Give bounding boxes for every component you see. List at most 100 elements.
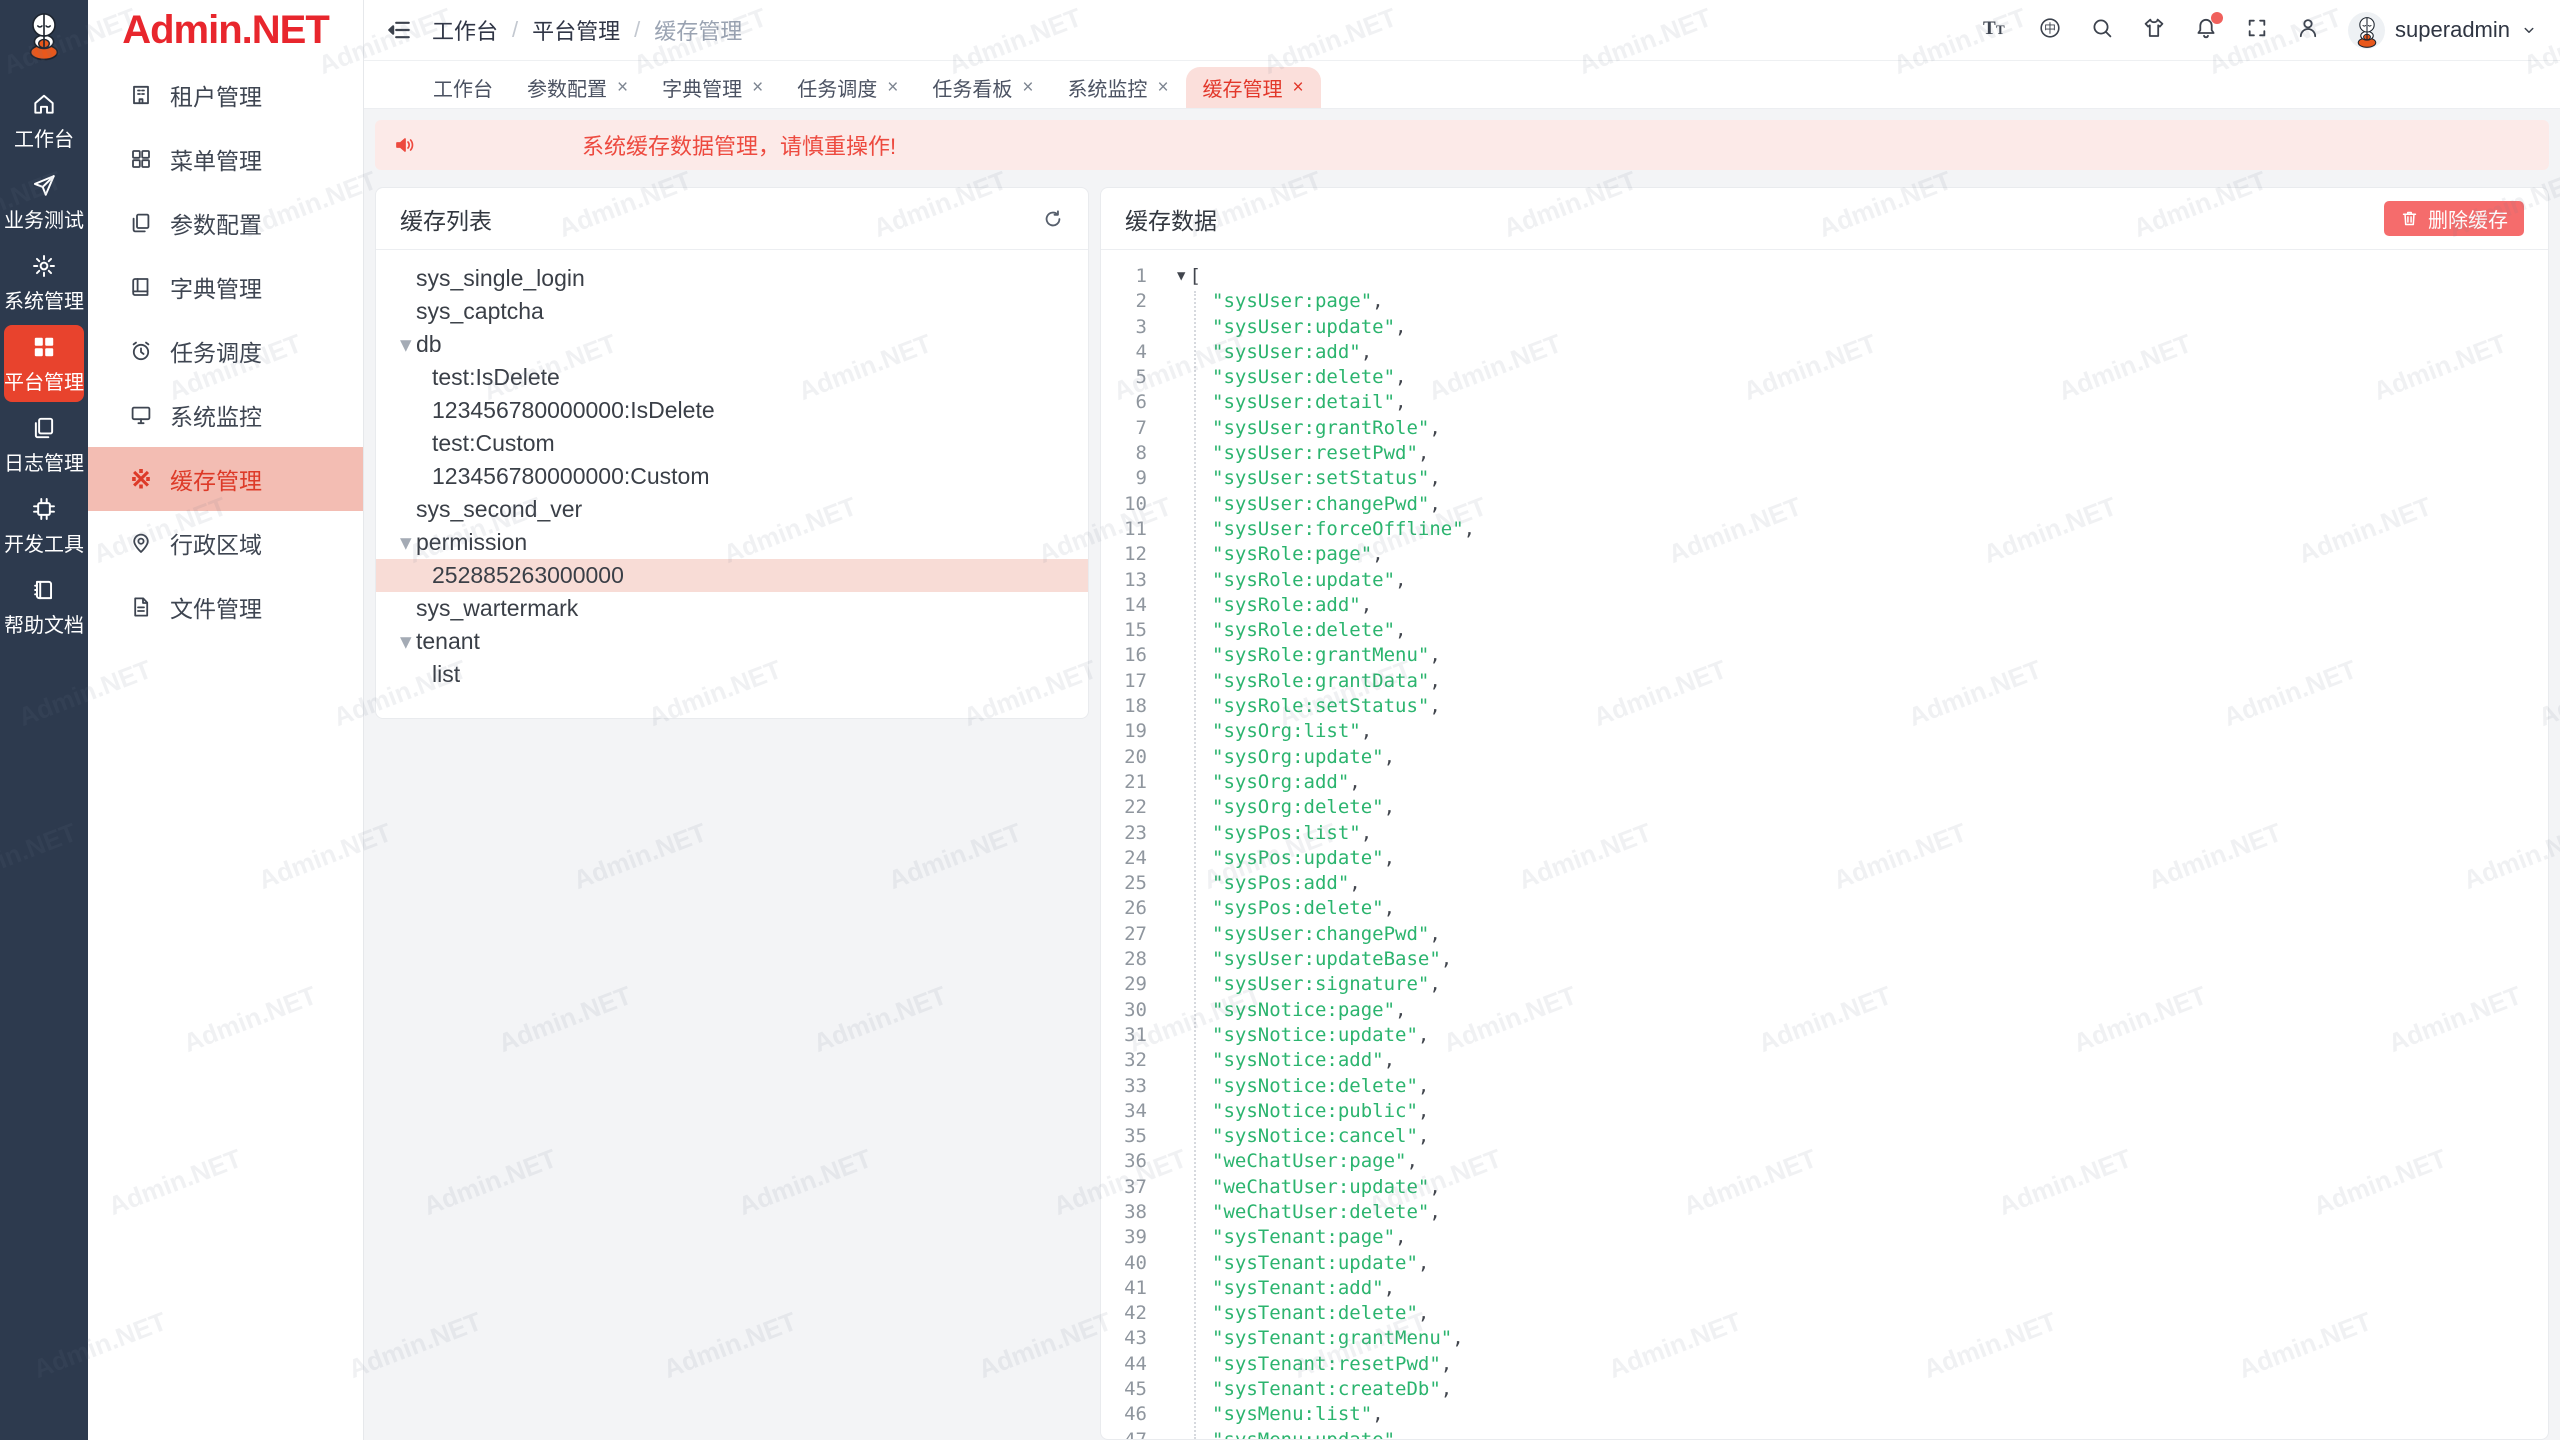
rail-item-logs[interactable]: 日志管理 (4, 406, 84, 483)
rail-item-grid[interactable]: 平台管理 (4, 325, 84, 402)
sidebar-item-pin[interactable]: 行政区域 (88, 511, 363, 575)
rail-item-gear[interactable]: 系统管理 (4, 244, 84, 321)
line-number: 17 (1101, 669, 1161, 694)
caret-down-icon[interactable]: ▾ (376, 529, 416, 556)
code-line: 11"sysUser:forceOffline", (1101, 517, 2548, 542)
user-menu[interactable]: superadmin (2348, 12, 2538, 49)
line-content: "sysUser:setStatus", (1161, 466, 1441, 491)
tree-node-label: sys_second_ver (416, 496, 582, 523)
search-icon[interactable] (2090, 16, 2114, 45)
fullscreen-icon[interactable] (2246, 17, 2268, 44)
notification-badge (2211, 12, 2223, 24)
breadcrumb-item[interactable]: 工作台 (432, 14, 498, 46)
tree-node-test:Custom[interactable]: test:Custom (376, 427, 1088, 460)
code-line: 45"sysTenant:createDb", (1101, 1377, 2548, 1402)
code-line: 20"sysOrg:update", (1101, 745, 2548, 770)
tab-4[interactable]: 任务调度 × (780, 67, 915, 108)
tree-node-252885263000000[interactable]: 252885263000000 (376, 559, 1088, 592)
code-line: 26"sysPos:delete", (1101, 896, 2548, 921)
rail-item-book[interactable]: 帮助文档 (4, 568, 84, 645)
line-content: "sysUser:update", (1161, 315, 1406, 340)
breadcrumb-item[interactable]: 平台管理 (532, 14, 620, 46)
code-line: 32"sysNotice:add", (1101, 1048, 2548, 1073)
tree-node-sys_captcha[interactable]: sys_captcha (376, 295, 1088, 328)
user-icon[interactable] (2296, 16, 2320, 45)
tree-node-test:IsDelete[interactable]: test:IsDelete (376, 361, 1088, 394)
sidebar-item-monitor[interactable]: 系统监控 (88, 383, 363, 447)
sidebar-item-config[interactable]: 参数配置 (88, 191, 363, 255)
tab-3[interactable]: 字典管理× (645, 67, 780, 108)
cache-data-header: 缓存数据 删除缓存 (1101, 188, 2548, 250)
line-number: 6 (1101, 390, 1161, 415)
line-number: 37 (1101, 1175, 1161, 1200)
tree-node-tenant[interactable]: ▾tenant (376, 625, 1088, 658)
tree-node-permission[interactable]: ▾permission (376, 526, 1088, 559)
send-icon (31, 172, 57, 198)
tree-node-sys_second_ver[interactable]: sys_second_ver (376, 493, 1088, 526)
refresh-icon[interactable] (1042, 208, 1064, 230)
tree-node-list[interactable]: list (376, 658, 1088, 691)
app-logo-mascot[interactable] (21, 10, 67, 62)
bell-icon[interactable] (2194, 16, 2218, 45)
menu-fold-icon[interactable] (386, 17, 412, 43)
topbar: 工作台/平台管理/缓存管理 TT中 superadmin (364, 0, 2560, 61)
line-number: 27 (1101, 922, 1161, 947)
tab-1[interactable]: 工作台 (416, 67, 510, 108)
line-number: 34 (1101, 1099, 1161, 1124)
rail-item-label: 平台管理 (4, 366, 84, 395)
sidebar-item-dict[interactable]: 字典管理 (88, 255, 363, 319)
line-number: 13 (1101, 568, 1161, 593)
tab-close-icon[interactable]: × (887, 78, 898, 97)
svg-text:T: T (1996, 22, 2005, 37)
home-icon (31, 91, 57, 117)
line-number: 5 (1101, 365, 1161, 390)
file-icon (128, 595, 154, 619)
building-icon (128, 83, 154, 107)
json-viewer[interactable]: 1▼[2"sysUser:page",3"sysUser:update",4"s… (1101, 250, 2548, 1439)
tab-bar: 工作台参数配置×字典管理×任务调度×任务看板×系统监控×缓存管理× (364, 61, 2560, 109)
tab-6[interactable]: 系统监控× (1050, 67, 1185, 108)
code-line: 43"sysTenant:grantMenu", (1101, 1326, 2548, 1351)
caret-down-icon[interactable]: ▾ (376, 628, 416, 655)
line-number: 7 (1101, 416, 1161, 441)
tab-close-icon[interactable]: × (1293, 78, 1304, 97)
code-line: 41"sysTenant:add", (1101, 1276, 2548, 1301)
line-content: "sysTenant:resetPwd", (1161, 1352, 1452, 1377)
breadcrumb-item: 缓存管理 (654, 14, 742, 46)
code-line: 15"sysRole:delete", (1101, 618, 2548, 643)
rail-item-home[interactable]: 工作台 (4, 82, 84, 159)
sidebar-item-clock[interactable]: 任务调度 (88, 319, 363, 383)
tree-node-123456780000000:IsDelete[interactable]: 123456780000000:IsDelete (376, 394, 1088, 427)
tab-close-icon[interactable]: × (1157, 78, 1168, 97)
rail-item-chip[interactable]: 开发工具 (4, 487, 84, 564)
sidebar-item-building[interactable]: 租户管理 (88, 63, 363, 127)
sidebar-item-file[interactable]: 文件管理 (88, 575, 363, 639)
caret-down-icon[interactable]: ▾ (376, 331, 416, 358)
line-content: "sysOrg:delete", (1161, 795, 1395, 820)
code-line: 40"sysTenant:update", (1101, 1251, 2548, 1276)
sidebar-item-sparkle[interactable]: ※缓存管理 (88, 447, 363, 511)
indent-guide (1194, 291, 1196, 1439)
collapse-caret-icon[interactable]: ▼ (1177, 264, 1185, 289)
tab-2[interactable]: 参数配置× (510, 67, 645, 108)
tree-node-123456780000000:Custom[interactable]: 123456780000000:Custom (376, 460, 1088, 493)
line-content: "sysNotice:delete", (1161, 1074, 1429, 1099)
tab-close-icon[interactable]: × (617, 78, 628, 97)
tab-5[interactable]: 任务看板× (915, 67, 1050, 108)
sidebar-item-menu-grid[interactable]: 菜单管理 (88, 127, 363, 191)
tab-close-icon[interactable]: × (1022, 78, 1033, 97)
code-line: 23"sysPos:list", (1101, 821, 2548, 846)
tab-7[interactable]: 缓存管理× (1186, 67, 1321, 108)
tab-close-icon[interactable]: × (752, 78, 763, 97)
theme-icon[interactable] (2142, 16, 2166, 45)
tree-node-db[interactable]: ▾db (376, 328, 1088, 361)
tab-label: 任务调度 (797, 73, 877, 102)
tree-node-sys_wartermark[interactable]: sys_wartermark (376, 592, 1088, 625)
font-size-icon[interactable]: TT (1982, 16, 2010, 45)
rail-item-send[interactable]: 业务测试 (4, 163, 84, 240)
sidebar-item-label: 字典管理 (170, 270, 262, 304)
tree-node-sys_single_login[interactable]: sys_single_login (376, 262, 1088, 295)
language-icon[interactable]: 中 (2038, 16, 2062, 45)
line-number: 29 (1101, 972, 1161, 997)
delete-cache-button[interactable]: 删除缓存 (2384, 201, 2524, 236)
